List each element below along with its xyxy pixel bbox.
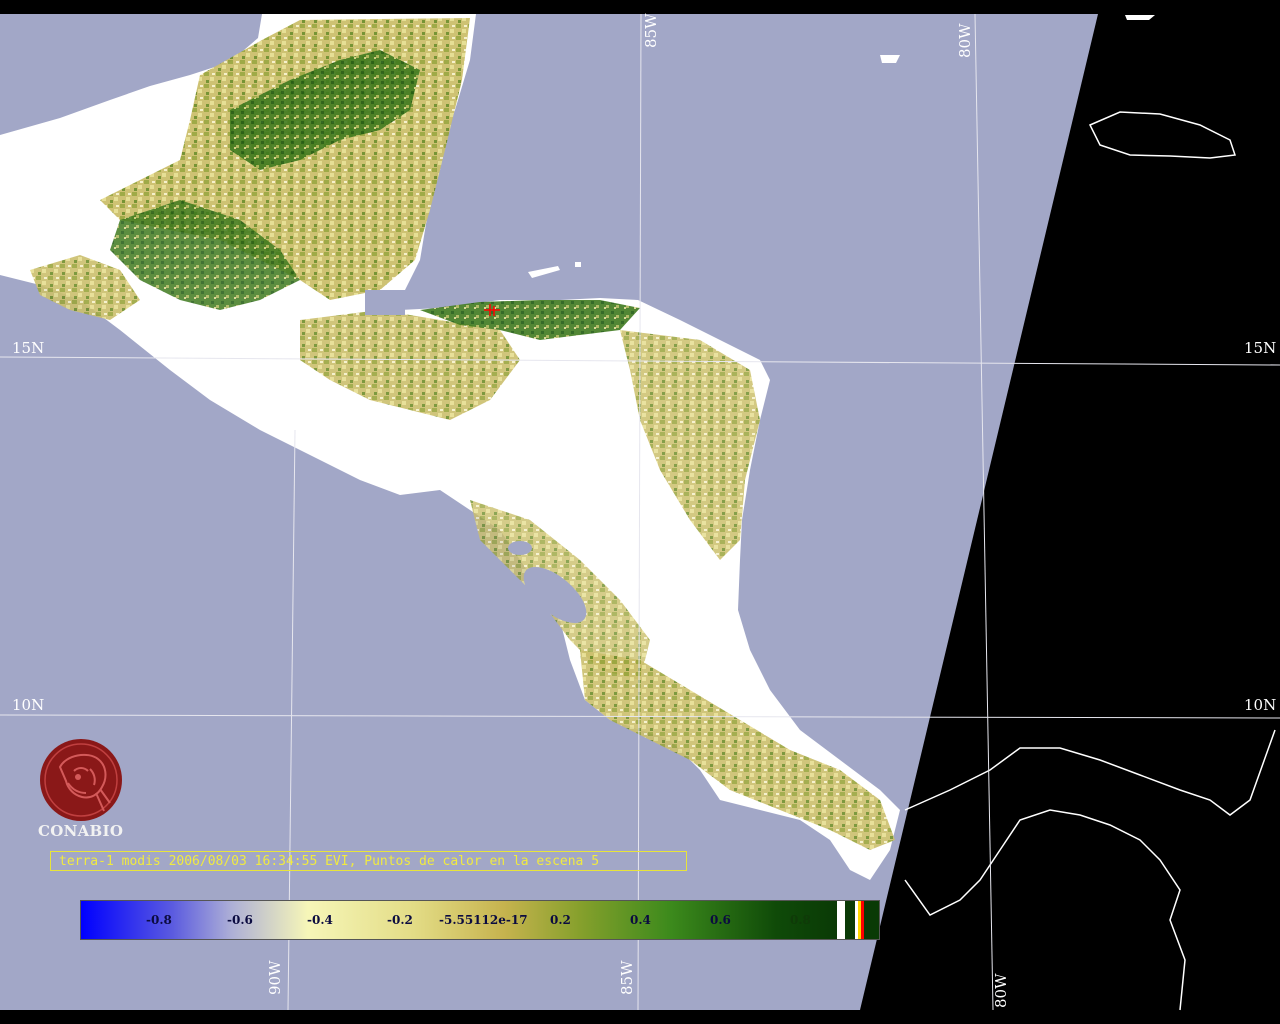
conabio-logo <box>40 739 122 821</box>
lat-10n-right-label: 10N <box>1244 696 1277 714</box>
colorbar-tick: 0.2 <box>550 913 571 927</box>
lon-90w-bottom-label: 90W <box>266 960 284 995</box>
brand-name: CONABIO <box>38 822 124 840</box>
evi-colorbar: -0.8 -0.6 -0.4 -0.2 -5.55112e-17 0.2 0.4… <box>80 900 880 940</box>
lat-10n-left-label: 10N <box>12 696 45 714</box>
colorbar-tick: -0.2 <box>387 913 413 927</box>
lake-managua <box>508 541 532 555</box>
colorbar-tick: -0.8 <box>146 913 172 927</box>
colorbar-tick: 0.8 <box>790 913 811 927</box>
lon-85w-top-label: 85W <box>642 13 660 48</box>
colorbar-tick: -0.4 <box>307 913 333 927</box>
scene-caption: terra-1 modis 2006/08/03 16:34:55 EVI, P… <box>50 851 687 871</box>
gulf-honduras <box>365 290 405 315</box>
lon-80w-bottom-label: 80W <box>992 973 1010 1008</box>
colorbar-tick: -5.55112e-17 <box>439 913 528 927</box>
lon-80w-top-label: 80W <box>956 23 974 58</box>
lat-15n-left-label: 15N <box>12 339 45 357</box>
colorbar-tick: 0.6 <box>710 913 731 927</box>
colorbar-tick: 0.4 <box>630 913 651 927</box>
lon-85w-bottom-label: 85W <box>618 960 636 995</box>
lat-15n-right-label: 15N <box>1244 339 1277 357</box>
colorbar-tick: -0.6 <box>227 913 253 927</box>
